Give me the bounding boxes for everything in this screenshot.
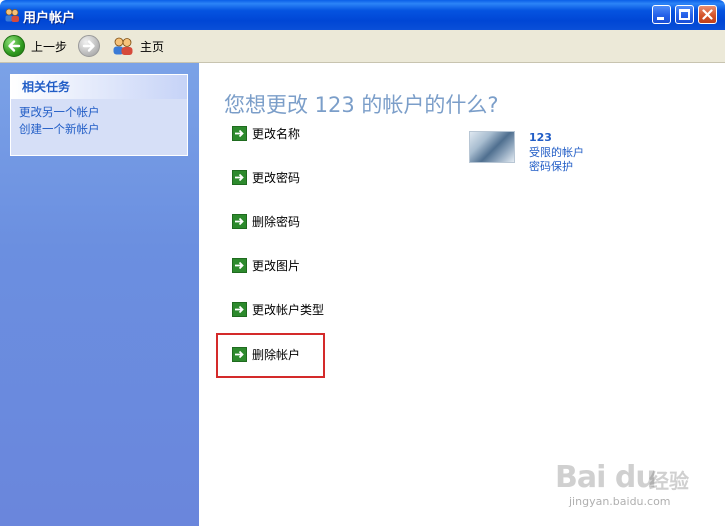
change-password-link[interactable]: 更改密码 xyxy=(232,169,300,186)
close-button[interactable] xyxy=(698,5,717,24)
action-label: 更改图片 xyxy=(252,259,301,273)
maximize-icon xyxy=(679,9,690,20)
home-button[interactable]: 主页 xyxy=(112,34,164,58)
watermark-url: jingyan.baidu.com xyxy=(569,495,671,508)
minimize-icon xyxy=(657,17,664,20)
related-tasks-panel: 相关任务 更改另一个帐户 创建一个新帐户 xyxy=(10,74,188,156)
watermark-logo: Bai du xyxy=(555,460,657,495)
users-home-icon xyxy=(113,37,133,55)
toolbar: 上一步 主页 xyxy=(0,30,725,63)
baidu-watermark: Bai du 经验 jingyan.baidu.com xyxy=(555,458,705,518)
back-arrow-icon xyxy=(3,35,25,57)
green-arrow-icon xyxy=(232,170,247,185)
action-label: 删除密码 xyxy=(252,215,301,229)
forward-button[interactable] xyxy=(78,34,100,58)
change-another-account-link[interactable]: 更改另一个帐户 xyxy=(11,104,187,121)
change-picture-link[interactable]: 更改图片 xyxy=(232,257,300,274)
close-icon xyxy=(702,9,713,20)
home-label: 主页 xyxy=(140,39,165,54)
account-picture[interactable] xyxy=(469,131,515,163)
back-label: 上一步 xyxy=(31,39,68,54)
maximize-button[interactable] xyxy=(675,5,694,24)
action-label: 更改帐户类型 xyxy=(252,303,325,317)
title-bar[interactable]: 用户帐户 xyxy=(0,0,725,30)
action-label: 更改密码 xyxy=(252,171,301,185)
related-tasks-title: 相关任务 xyxy=(11,75,187,99)
account-password-status: 密码保护 xyxy=(529,160,573,173)
create-new-account-link[interactable]: 创建一个新帐户 xyxy=(11,121,187,138)
green-arrow-icon xyxy=(232,258,247,273)
sidebar: 相关任务 更改另一个帐户 创建一个新帐户 xyxy=(0,63,199,526)
green-arrow-icon xyxy=(232,302,247,317)
action-label: 更改名称 xyxy=(252,127,301,141)
watermark-cn: 经验 xyxy=(649,469,689,493)
green-arrow-icon xyxy=(232,126,247,141)
back-button[interactable]: 上一步 xyxy=(3,34,67,58)
change-account-type-link[interactable]: 更改帐户类型 xyxy=(232,301,324,318)
window-title: 用户帐户 xyxy=(23,11,76,26)
users-icon xyxy=(5,8,19,22)
main-content: 您想更改 123 的帐户的什么? 更改名称 更改密码 删除密码 更改图片 更改帐… xyxy=(199,63,725,526)
green-arrow-icon xyxy=(232,214,247,229)
remove-password-link[interactable]: 删除密码 xyxy=(232,213,300,230)
page-title: 您想更改 123 的帐户的什么? xyxy=(224,93,499,117)
delete-account-highlight xyxy=(216,333,325,378)
account-name: 123 xyxy=(529,131,552,144)
forward-arrow-icon xyxy=(78,35,100,57)
minimize-button[interactable] xyxy=(652,5,671,24)
change-name-link[interactable]: 更改名称 xyxy=(232,125,300,142)
